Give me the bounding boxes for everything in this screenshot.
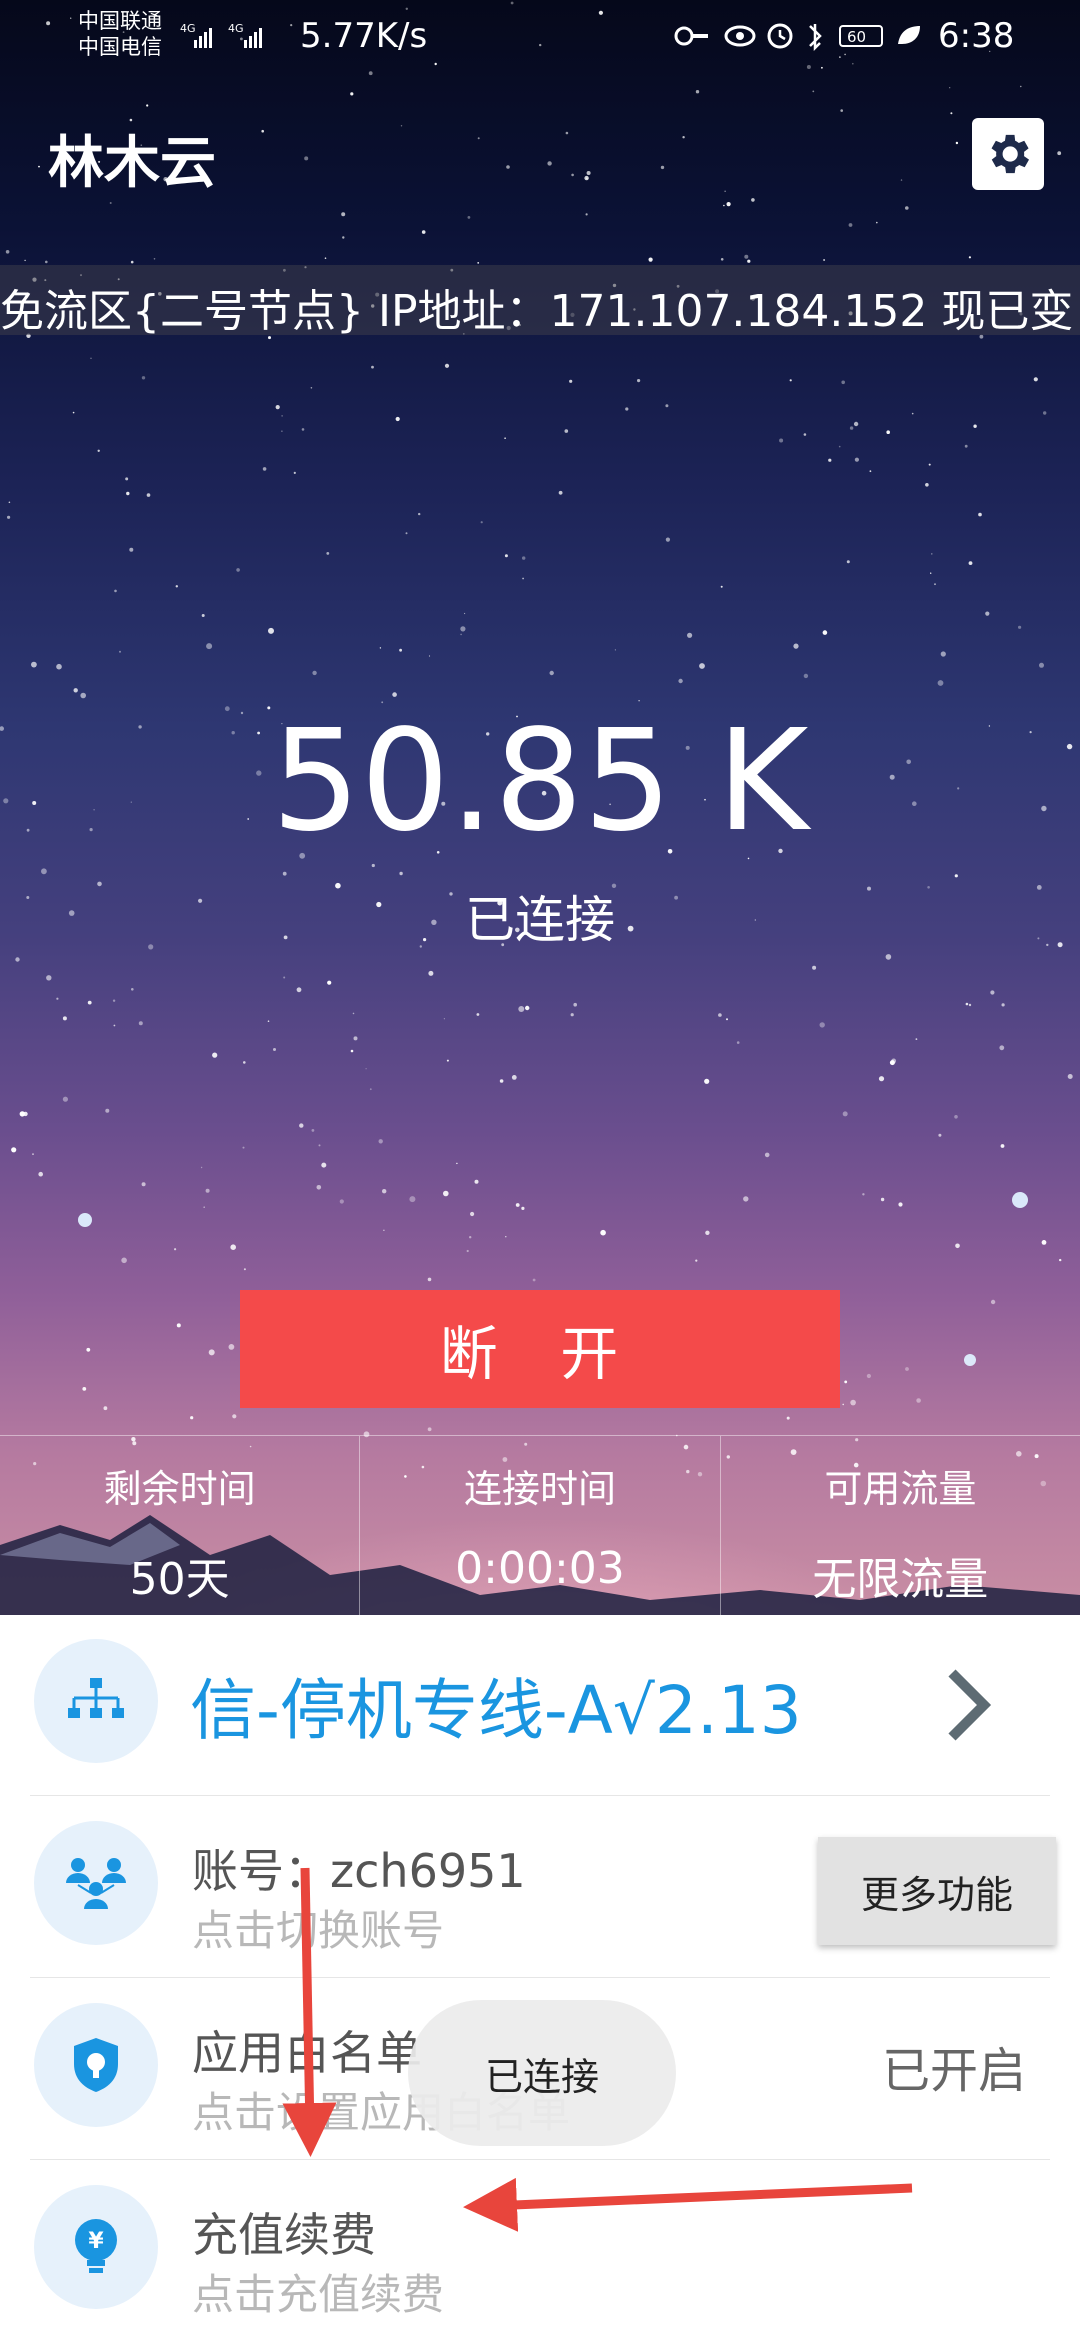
- status-icons: 60: [674, 23, 920, 52]
- route-name: 信-停机专线-A√2.13: [190, 1672, 802, 1749]
- toast-message: 已连接: [408, 2000, 676, 2146]
- svg-text:4G: 4G: [180, 22, 196, 35]
- recharge-title: 充值续费: [192, 2208, 376, 2262]
- users-icon: [34, 1821, 158, 1945]
- battery-level: 60: [847, 28, 866, 46]
- stat-connection-time: 连接时间 0:00:03: [360, 1436, 721, 1616]
- stats-bar: 剩余时间 50天 连接时间 0:00:03 可用流量 无限流量: [0, 1435, 1080, 1616]
- svg-text:4G: 4G: [228, 22, 244, 35]
- node-info-marquee: 免流区{二号节点} IP地址：171.107.184.152 现已变: [0, 265, 1080, 335]
- carrier-names: 中国联通 中国电信: [78, 8, 162, 60]
- whitelist-title: 应用白名单: [192, 2026, 422, 2080]
- account-title: 账号：zch6951: [192, 1844, 526, 1898]
- stat-available-traffic: 可用流量 无限流量: [721, 1436, 1080, 1616]
- whitelist-status: 已开启: [881, 2043, 1026, 2099]
- route-selector[interactable]: 信-停机专线-A√2.13: [30, 1615, 1050, 1796]
- marquee-text: 免流区{二号节点} IP地址：171.107.184.152 现已变: [0, 286, 1074, 335]
- app-title: 林木云: [48, 131, 216, 196]
- stat-label: 可用流量: [824, 1467, 977, 1511]
- net-speed: 5.77K/s: [300, 16, 428, 56]
- connection-state: 已连接: [465, 891, 615, 949]
- lightbulb-yen-icon: ¥: [34, 2185, 158, 2309]
- speed-value: 50.85 K: [271, 700, 809, 863]
- stat-remaining-time: 剩余时间 50天: [0, 1436, 361, 1616]
- menu-list: 信-停机专线-A√2.13 账号：zch6951 点击切换账号 更多功能 应用白…: [0, 1615, 1080, 2340]
- network-icon: [34, 1639, 158, 1763]
- carrier-1: 中国联通: [78, 9, 162, 33]
- recharge-subtitle: 点击充值续费: [192, 2270, 445, 2319]
- stat-label: 剩余时间: [103, 1467, 256, 1511]
- status-bar: 中国联通 中国电信 4G 4G 5.77K/s 60 6:38: [0, 0, 1080, 70]
- stat-value: 50天: [129, 1554, 230, 1605]
- stat-value: 0:00:03: [455, 1543, 625, 1594]
- stat-label: 连接时间: [463, 1467, 616, 1511]
- clock: 6:38: [938, 16, 1015, 56]
- account-subtitle: 点击切换账号: [192, 1906, 445, 1955]
- carrier-2: 中国电信: [78, 35, 162, 59]
- gear-icon: [991, 134, 1030, 174]
- recharge-row[interactable]: ¥ 充值续费 点击充值续费: [30, 2161, 1050, 2340]
- svg-text:¥: ¥: [88, 2229, 104, 2254]
- disconnect-button[interactable]: 断 开: [240, 1290, 840, 1408]
- signal-icon: 4G 4G: [180, 22, 262, 48]
- stat-value: 无限流量: [812, 1554, 989, 1605]
- account-row[interactable]: 账号：zch6951 点击切换账号 更多功能: [30, 1797, 1056, 1978]
- settings-button[interactable]: [972, 118, 1044, 190]
- chevron-right-icon: [948, 1669, 992, 1741]
- shield-icon: [34, 2003, 158, 2127]
- more-features-button[interactable]: 更多功能: [818, 1837, 1056, 1945]
